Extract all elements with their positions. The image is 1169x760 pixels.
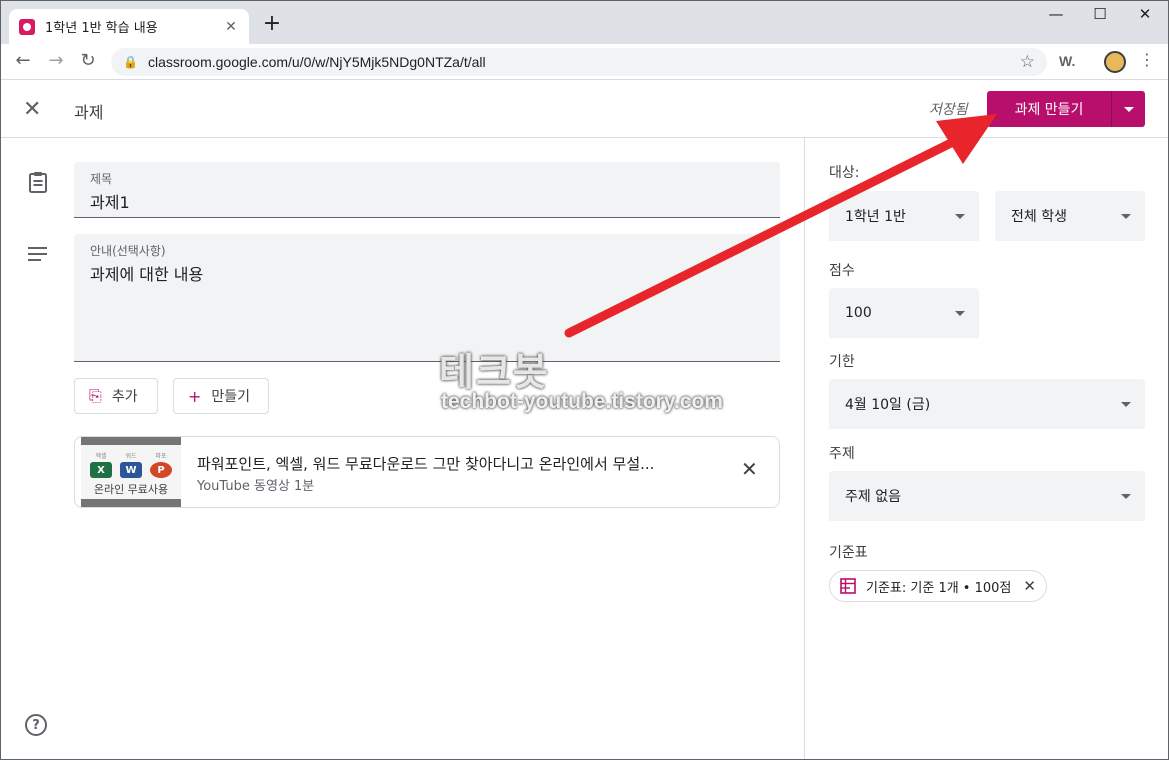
add-label: 추가 [111, 389, 138, 405]
watermark-url: techbot-youtube.tistory.com [441, 390, 723, 413]
maximize-button[interactable]: ☐ [1085, 5, 1115, 23]
caret-down-icon [1121, 214, 1131, 219]
extension-w-icon[interactable]: W. [1059, 53, 1075, 69]
caret-down-icon [1121, 402, 1131, 407]
for-label: 대상: [829, 165, 860, 181]
topic-label: 주제 [829, 446, 855, 462]
instructions-label: 안내(선택사항) [90, 244, 166, 258]
assignment-header: ✕ 과제 저장됨 과제 만들기 [1, 81, 1168, 138]
caret-down-icon [955, 214, 965, 219]
watermark-title: 테크봇 [439, 350, 550, 394]
browser-window: 1학년 1반 학습 내용 ✕ + — ☐ ✕ ← → ↻ 🔒 classroom… [0, 0, 1169, 760]
instructions-field[interactable]: 안내(선택사항) 과제에 대한 내용 [74, 234, 780, 362]
rubric-label: 기준표 [829, 545, 868, 561]
word-icon: W [120, 462, 142, 478]
students-value: 전체 학생 [1011, 209, 1067, 225]
browser-toolbar: ← → ↻ 🔒 classroom.google.com/u/0/w/NjY5M… [1, 44, 1168, 80]
caret-down-icon [1124, 107, 1134, 112]
students-select[interactable]: 전체 학생 [995, 191, 1145, 241]
remove-rubric-icon[interactable]: ✕ [1023, 577, 1036, 595]
browser-tab[interactable]: 1학년 1반 학습 내용 ✕ [9, 9, 249, 44]
points-select[interactable]: 100 [829, 288, 979, 338]
help-icon[interactable]: ? [25, 714, 47, 736]
instructions-input[interactable]: 과제에 대한 내용 [90, 261, 764, 285]
bookmark-star-icon[interactable]: ☆ [1020, 52, 1035, 72]
create-label: 만들기 [211, 389, 251, 405]
thumb-label-ppt: 파포 [155, 453, 167, 460]
thumb-label-excel: 엑셀 [95, 453, 107, 460]
attachment-title[interactable]: 파워포인트, 엑셀, 워드 무료다운로드 그만 찾아다니고 온라인에서 무설..… [197, 453, 654, 474]
classroom-favicon-icon [19, 18, 35, 35]
youtube-attachment-card[interactable]: 엑셀 워드 파포 X W P 온라인 무료사용 파워포인트, 엑셀, 워드 무료… [74, 436, 780, 508]
title-input[interactable]: 과제1 [90, 189, 764, 213]
points-value: 100 [845, 305, 872, 321]
page-title: 과제 [74, 103, 104, 122]
minimize-button[interactable]: — [1041, 5, 1071, 23]
add-attachment-button[interactable]: ⎘ 추가 [74, 378, 158, 414]
thumb-label-word: 워드 [125, 453, 137, 460]
address-bar[interactable]: 🔒 classroom.google.com/u/0/w/NjY5Mjk5NDg… [111, 48, 1047, 76]
due-value: 4월 10일 (금) [845, 397, 931, 413]
rubric-chip-label: 기준표: 기준 1개 • 100점 [866, 580, 1012, 596]
description-lines-icon [28, 247, 47, 261]
back-icon[interactable]: ← [11, 50, 35, 71]
due-label: 기한 [829, 354, 855, 370]
browser-menu-icon[interactable]: ⋮ [1139, 50, 1155, 69]
attachment-subtitle: YouTube 동영상 1분 [197, 479, 315, 494]
topic-value: 주제 없음 [845, 489, 901, 505]
caret-down-icon [1121, 494, 1131, 499]
window-close-button[interactable]: ✕ [1130, 5, 1160, 23]
excel-icon: X [90, 462, 112, 478]
reload-icon[interactable]: ↻ [76, 50, 100, 71]
title-label: 제목 [90, 172, 113, 186]
caret-down-icon [955, 311, 965, 316]
profile-avatar[interactable] [1104, 51, 1126, 73]
video-thumbnail: 엑셀 워드 파포 X W P 온라인 무료사용 [81, 437, 181, 507]
assignment-settings-panel: 대상: 1학년 1반 전체 학생 점수 100 기한 4월 10일 (금) 주제… [804, 138, 1168, 759]
points-label: 점수 [829, 263, 855, 279]
tab-close-icon[interactable]: ✕ [223, 19, 239, 35]
create-dropdown-button[interactable] [1111, 91, 1145, 127]
topic-select[interactable]: 주제 없음 [829, 471, 1145, 521]
tab-title: 1학년 1반 학습 내용 [45, 21, 158, 36]
assignment-icon [29, 172, 47, 193]
rubric-icon [840, 578, 856, 594]
due-date-select[interactable]: 4월 10일 (금) [829, 379, 1145, 429]
new-tab-button[interactable]: + [259, 11, 285, 36]
forward-icon[interactable]: → [44, 50, 68, 71]
paperclip-icon: ⎘ [89, 386, 102, 405]
create-attachment-button[interactable]: + 만들기 [173, 378, 269, 414]
saved-status: 저장됨 [929, 102, 968, 118]
remove-attachment-icon[interactable]: ✕ [741, 457, 758, 481]
powerpoint-icon: P [150, 462, 172, 478]
close-icon[interactable]: ✕ [23, 97, 41, 122]
title-field[interactable]: 제목 과제1 [74, 162, 780, 218]
tab-strip: 1학년 1반 학습 내용 ✕ + — ☐ ✕ [1, 1, 1168, 44]
lock-icon: 🔒 [123, 55, 138, 69]
rubric-chip[interactable]: 기준표: 기준 1개 • 100점 ✕ [829, 570, 1047, 602]
class-value: 1학년 1반 [845, 209, 906, 225]
thumb-caption: 온라인 무료사용 [93, 483, 169, 496]
class-select[interactable]: 1학년 1반 [829, 191, 979, 241]
create-assignment-button[interactable]: 과제 만들기 [987, 91, 1111, 127]
url-text[interactable]: classroom.google.com/u/0/w/NjY5Mjk5NDg0N… [148, 54, 1020, 70]
plus-icon: + [188, 386, 202, 406]
